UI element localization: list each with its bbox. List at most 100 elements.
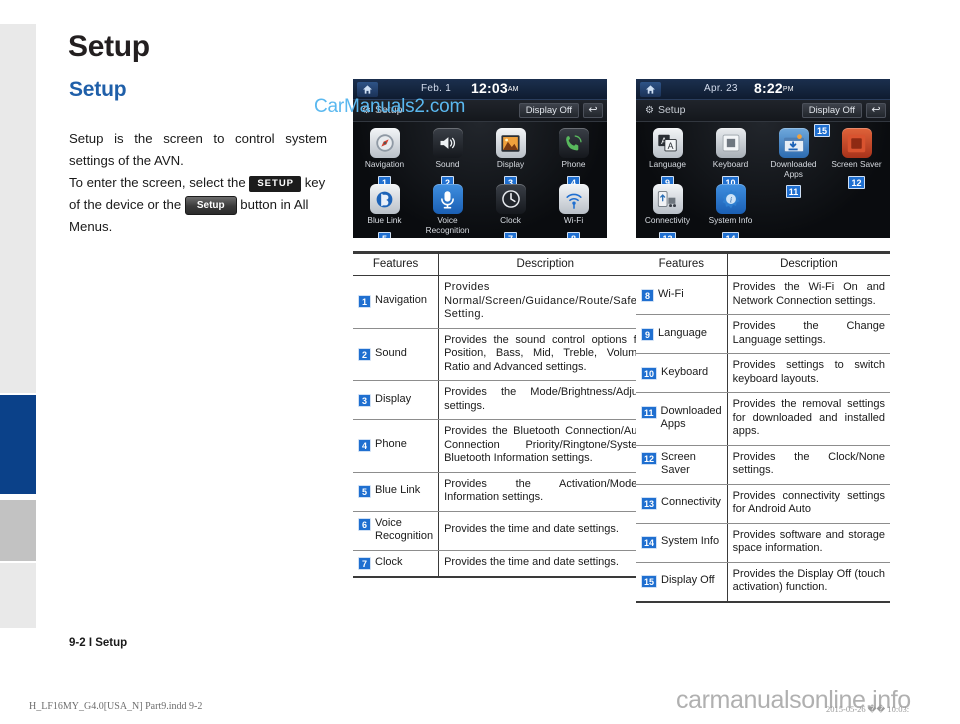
avn-item-label: Sound — [435, 159, 460, 169]
feature-cell: 7 Clock — [353, 550, 440, 577]
callout-badge-number: 3 — [358, 393, 371, 407]
feature-cell: 3 Display — [353, 380, 440, 420]
language-icon: AA — [652, 128, 683, 158]
col-header-description: Description — [727, 252, 890, 276]
avn-item-language[interactable]: A A Language 9 — [636, 128, 699, 191]
description-cell: Provides the Wi-Fi On and Network Connec… — [727, 275, 890, 315]
home-icon[interactable] — [357, 82, 378, 97]
avn-item-label: System Info — [708, 215, 753, 225]
avn-item-system-info[interactable]: i System Info 14 — [699, 184, 762, 238]
speaker-icon — [432, 128, 463, 158]
description-cell: Provides the Change Language settings. — [727, 314, 890, 354]
feature-cell: 10 Keyboard — [636, 353, 728, 393]
avn-item-display[interactable]: Display 3 — [479, 128, 542, 191]
callout-badge-number: 4 — [358, 439, 371, 453]
avn-item-phone[interactable]: Phone 4 — [542, 128, 605, 191]
avn-item-voice-recognition[interactable]: VoiceRecognition6 — [416, 184, 479, 238]
svg-text:A: A — [668, 141, 674, 151]
compass-icon — [369, 128, 400, 158]
page-footer: 9-2 I Setup — [69, 637, 128, 649]
description-cell: Provides the Mode/Brightness/Adjust sett… — [438, 380, 652, 420]
callout-badge: 5 — [353, 229, 416, 238]
table-row: 11 Downloaded Apps Provides the removal se… — [636, 392, 890, 446]
table-row: 5 Blue Link Provides the Activation/Modem … — [353, 472, 652, 512]
callout-badge-number: 9 — [641, 327, 654, 341]
feature-name: Screen Saver — [661, 450, 696, 477]
avn-item-label: Downloaded Apps — [770, 159, 817, 179]
table-row: 1 Navigation Provides Normal/Screen/Guidan… — [353, 275, 652, 329]
feature-cell: 2 Sound — [353, 328, 440, 381]
avn1-time-value: 12:03 — [471, 80, 508, 96]
avn2-title-text: Setup — [657, 104, 686, 116]
body-paragraph-1: Setup is the screen to control system se… — [69, 131, 327, 168]
callout-badge-number: 1 — [358, 295, 371, 309]
avn2-ampm: PM — [782, 86, 794, 93]
avn1-display-off-button[interactable]: Display Off — [518, 103, 579, 118]
avn-item-label: Clock — [500, 215, 521, 225]
avn2-icon-grid: A A Language 9 Keyboard 10 Downloaded Apps 11 Scr… — [636, 122, 890, 238]
feature-name: System Info — [661, 535, 720, 547]
feature-name: Blue Link — [375, 484, 421, 496]
callout-badge: 14 — [699, 229, 762, 238]
avn-item-navigation[interactable]: Navigation 1 — [353, 128, 416, 191]
callout-badge-number: 13 — [659, 231, 676, 238]
table-row: 12 Screen Saver Provides the Clock/None se… — [636, 445, 890, 485]
feature-name: Clock — [375, 555, 403, 568]
avn2-date: Apr. 23 — [704, 83, 738, 94]
keyboard-icon — [715, 128, 746, 158]
print-timestamp: 2015-05-26 �� 10:03: — [826, 704, 910, 714]
body-text: Setup is the screen to control system se… — [69, 128, 327, 238]
table-row: 2 Sound Provides the sound control options… — [353, 328, 652, 381]
table-row: 9 Language Provides the Change Language se… — [636, 314, 890, 354]
feature-cell-inner: 11 Downloaded Apps — [641, 405, 722, 432]
avn1-status-bar: Feb. 1 12:03AM — [353, 79, 607, 100]
feature-cell-inner: 12 Screen Saver — [641, 451, 722, 478]
description-cell: Provides connectivity settings for Andro… — [727, 484, 890, 524]
bluelink-icon — [369, 184, 400, 214]
callout-badge-number: 7 — [504, 231, 517, 238]
back-icon[interactable]: ↩ — [866, 103, 886, 118]
feature-cell: 14 System Info — [636, 523, 728, 563]
table-row: 4 Phone Provides the Bluetooth Connection/… — [353, 419, 652, 473]
table-body: 8 Wi-Fi Provides the Wi-Fi On and Network … — [636, 275, 890, 602]
avn2-time: 8:22PM — [754, 80, 794, 96]
avn-item-screen-saver[interactable]: Screen Saver 12 — [825, 128, 888, 191]
feature-cell-inner: 2 Sound — [358, 347, 433, 361]
callout-badge-number: 6 — [358, 517, 371, 531]
feature-cell: 13 Connectivity — [636, 484, 728, 524]
feature-cell-inner: 6 Voice Recognition — [358, 517, 433, 544]
avn-item-label: Language — [649, 159, 686, 169]
avn-item-keyboard[interactable]: Keyboard 10 — [699, 128, 762, 191]
feature-cell: 5 Blue Link — [353, 472, 440, 512]
feature-cell: 8 Wi-Fi — [636, 275, 728, 315]
avn1-title-text: Setup — [374, 104, 403, 116]
avn-item-label: Connectivity — [644, 215, 691, 225]
feature-cell: 6 Voice Recognition — [353, 511, 440, 551]
col-header-description: Description — [438, 252, 652, 276]
callout-badge-number: 12 — [641, 451, 658, 465]
table-row: 15 Display Off Provides the Display Off (t… — [636, 562, 890, 602]
feature-cell-inner: 8 Wi-Fi — [641, 288, 722, 302]
picture-icon — [495, 128, 526, 158]
gear-icon: ⚙ — [362, 105, 371, 116]
avn-item-wi-fi[interactable]: Wi-Fi 8 — [542, 184, 605, 238]
avn-item-sound[interactable]: Sound 2 — [416, 128, 479, 191]
back-icon[interactable]: ↩ — [583, 103, 603, 118]
description-cell: Provides the removal settings for downlo… — [727, 392, 890, 446]
description-cell: Provides the Display Off (touch activati… — [732, 567, 885, 594]
feature-cell: 15 Display Off — [636, 562, 728, 602]
avn1-date: Feb. 1 — [421, 83, 452, 94]
callout-badge: 12 — [825, 173, 888, 191]
avn1-title-bar: ⚙ Setup Display Off ↩ — [353, 100, 607, 122]
feature-name: Downloaded Apps — [660, 404, 722, 431]
connectivity-icon — [652, 184, 683, 214]
avn-item-connectivity[interactable]: Connectivity 13 — [636, 184, 699, 238]
avn-item-downloaded-apps[interactable]: Downloaded Apps 11 — [762, 128, 825, 200]
avn-item-clock[interactable]: Clock 7 — [479, 184, 542, 238]
callout-badge-15: 15 — [814, 124, 831, 137]
avn-item-blue-link[interactable]: Blue Link 5 — [353, 184, 416, 238]
callout-badge-number: 10 — [641, 366, 658, 380]
avn2-display-off-button[interactable]: Display Off — [801, 103, 862, 118]
avn-item-label: Display — [496, 159, 525, 169]
home-icon[interactable] — [640, 82, 661, 97]
